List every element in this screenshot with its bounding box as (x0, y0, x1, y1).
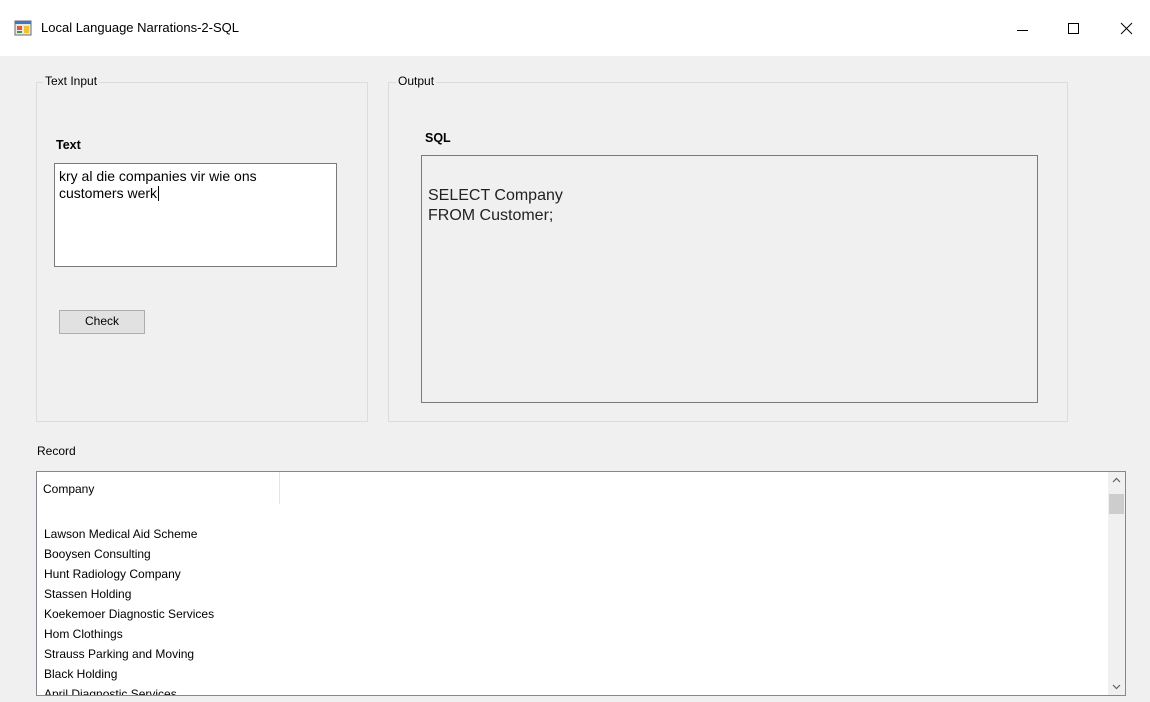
close-icon (1120, 22, 1133, 35)
chevron-down-icon (1112, 684, 1121, 690)
vertical-scrollbar[interactable] (1108, 472, 1125, 695)
sql-label: SQL (425, 131, 451, 145)
text-caret (158, 186, 160, 201)
record-list-view[interactable]: Company Lawson Medical Aid Scheme Booyse… (36, 471, 1126, 696)
sql-output-box[interactable]: SELECT Company FROM Customer; (421, 155, 1038, 403)
app-form-icon (14, 20, 32, 36)
maximize-button[interactable] (1050, 0, 1096, 58)
column-header-company[interactable]: Company (37, 472, 280, 504)
scroll-up-button[interactable] (1108, 472, 1125, 489)
text-input-group-label: Text Input (43, 74, 100, 88)
text-label: Text (56, 138, 81, 152)
scroll-thumb[interactable] (1109, 494, 1124, 514)
title-bar: Local Language Narrations-2-SQL (0, 0, 1150, 56)
text-input-field[interactable]: kry al die companies vir wie ons custome… (54, 163, 337, 267)
output-group-label: Output (396, 74, 437, 88)
list-item[interactable]: Booysen Consulting (44, 544, 214, 564)
list-item[interactable]: Hunt Radiology Company (44, 564, 214, 584)
window-title: Local Language Narrations-2-SQL (41, 20, 240, 35)
list-item[interactable]: Koekemoer Diagnostic Services (44, 604, 214, 624)
minimize-icon (1017, 30, 1028, 31)
list-item[interactable]: April Diagnostic Services (44, 684, 214, 695)
record-rows: Lawson Medical Aid Scheme Booysen Consul… (44, 524, 214, 695)
check-button[interactable]: Check (59, 310, 145, 334)
list-item[interactable]: Strauss Parking and Moving (44, 644, 214, 664)
maximize-icon (1068, 23, 1079, 34)
scroll-down-button[interactable] (1108, 678, 1125, 695)
minimize-button[interactable] (999, 0, 1045, 58)
list-item[interactable]: Black Holding (44, 664, 214, 684)
list-item[interactable]: Hom Clothings (44, 624, 214, 644)
record-label: Record (37, 444, 76, 458)
close-button[interactable] (1103, 0, 1149, 58)
chevron-up-icon (1112, 477, 1121, 483)
list-item[interactable]: Lawson Medical Aid Scheme (44, 524, 214, 544)
list-item[interactable]: Stassen Holding (44, 584, 214, 604)
